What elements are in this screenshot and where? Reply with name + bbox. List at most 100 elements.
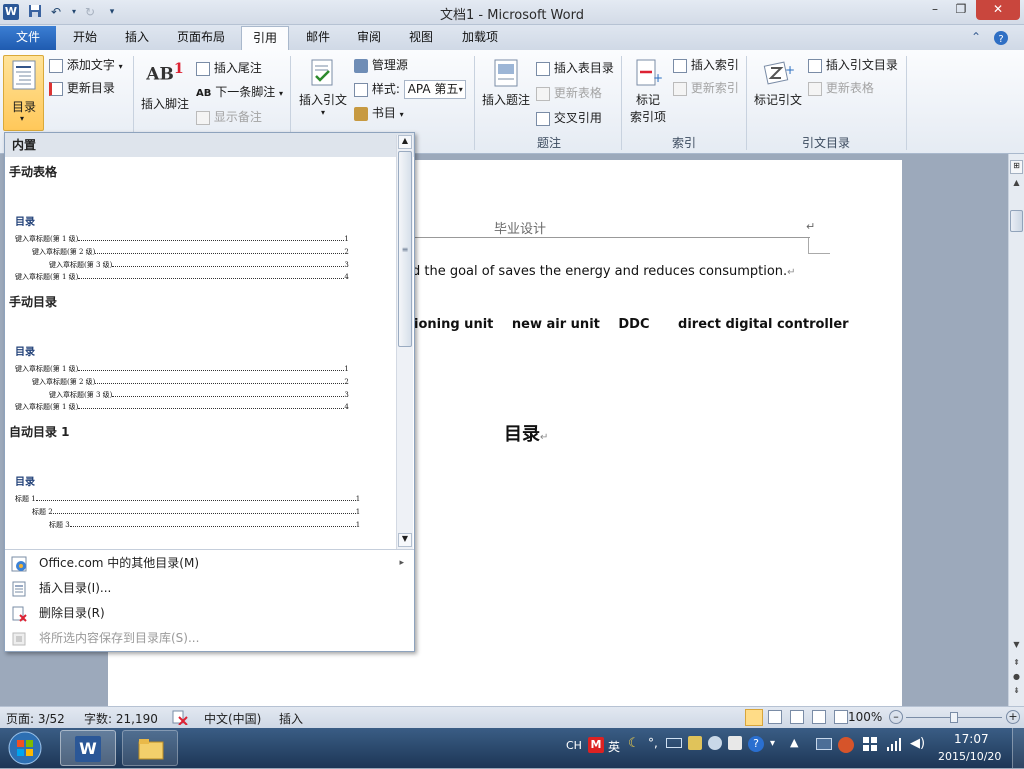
- ime-softkey-icon[interactable]: [728, 736, 742, 750]
- next-page-icon[interactable]: ⇟: [1010, 686, 1023, 699]
- ime-settings-icon[interactable]: [708, 736, 722, 750]
- minimize-button[interactable]: –: [922, 0, 948, 20]
- minimize-ribbon-icon[interactable]: ⌃: [966, 26, 986, 50]
- zoom-in-button[interactable]: +: [1006, 710, 1020, 724]
- style-value: APA 第五: [407, 82, 459, 96]
- volume-icon[interactable]: ◀): [910, 736, 925, 751]
- insert-caption-button[interactable]: 插入题注: [479, 56, 533, 132]
- zoom-out-button[interactable]: –: [889, 710, 903, 724]
- ime-mode[interactable]: 英: [608, 738, 620, 755]
- gallery-item-auto-toc-1[interactable]: 自动目录 1 目录 标题 11 标题 21 标题 31: [5, 417, 395, 549]
- tab-page-layout[interactable]: 页面布局: [168, 26, 234, 50]
- gallery-scroll-thumb[interactable]: ≡: [398, 151, 412, 347]
- print-layout-view-icon[interactable]: [745, 709, 763, 726]
- page-count[interactable]: 页面: 3/52: [6, 710, 65, 727]
- tab-references[interactable]: 引用: [241, 26, 289, 51]
- signal-icon[interactable]: [886, 736, 902, 755]
- ime-help-icon[interactable]: ?: [748, 736, 764, 752]
- full-screen-reading-icon[interactable]: [768, 710, 782, 724]
- clock-time[interactable]: 17:07: [954, 732, 989, 746]
- toc-button[interactable]: 目录 ▾: [3, 55, 44, 131]
- help-icon[interactable]: ?: [990, 26, 1012, 50]
- tab-review[interactable]: 审阅: [346, 26, 392, 50]
- gallery-item-manual-table[interactable]: 手动表格 目录 键入章标题(第 1 级) 1 键入章标题(第 2 级) 2 键入章标…: [5, 157, 395, 287]
- moon-icon[interactable]: ☾: [628, 736, 640, 751]
- gallery-toc-row: 键入章标题(第 1 级) 1: [15, 365, 349, 373]
- tab-mailings[interactable]: 邮件: [296, 26, 340, 50]
- gallery-scroll-up-icon[interactable]: ▲: [398, 135, 412, 149]
- ime-tool-icon[interactable]: [688, 736, 702, 750]
- outline-view-icon[interactable]: [812, 710, 826, 724]
- keyboard-icon[interactable]: [666, 738, 682, 748]
- scroll-thumb[interactable]: [1010, 210, 1023, 232]
- update-toc-button[interactable]: 更新目录: [49, 79, 115, 96]
- word-count[interactable]: 字数: 21,190: [84, 710, 158, 727]
- web-layout-icon[interactable]: [790, 710, 804, 724]
- tab-file[interactable]: 文件: [0, 26, 56, 50]
- next-footnote-button[interactable]: AB 下一条脚注 ▾: [196, 83, 283, 100]
- taskbar-explorer-button[interactable]: [122, 730, 178, 766]
- tab-insert[interactable]: 插入: [114, 26, 160, 50]
- ime-menu-icon[interactable]: ▾: [770, 738, 775, 749]
- style-selector: 样式: APA 第五 ▾: [354, 80, 466, 99]
- mark-entry-button[interactable]: + 标记 索引项: [626, 56, 670, 132]
- mark-citation-button[interactable]: + 标记引文: [751, 56, 805, 132]
- gallery-scroll-down-icon[interactable]: ▼: [398, 533, 412, 547]
- insert-table-of-figures-button[interactable]: 插入表目录: [536, 59, 614, 76]
- insert-endnote-button[interactable]: 插入尾注: [196, 59, 262, 76]
- security-icon[interactable]: [838, 737, 854, 753]
- draft-view-icon[interactable]: [834, 710, 848, 724]
- add-text-button[interactable]: 添加文字 ▾: [49, 56, 123, 73]
- ruler-toggle-icon[interactable]: ⊞: [1010, 160, 1023, 174]
- close-button[interactable]: ✕: [976, 0, 1020, 20]
- tab-addins[interactable]: 加载项: [452, 26, 508, 50]
- scroll-up-icon[interactable]: ▲: [1010, 178, 1023, 191]
- zoom-slider-thumb[interactable]: [950, 712, 958, 723]
- maximize-button[interactable]: ❐: [948, 0, 974, 20]
- insert-footnote-button[interactable]: AB1 插入脚注: [138, 56, 192, 132]
- bibliography-button[interactable]: 书目 ▾: [354, 104, 404, 121]
- punctuation-icon[interactable]: °,: [648, 736, 658, 750]
- save-selection-to-gallery-menu-item[interactable]: 将所选内容保存到目录库(S)...: [5, 626, 414, 651]
- update-toa-button[interactable]: 更新表格: [808, 79, 874, 96]
- tab-home[interactable]: 开始: [62, 26, 108, 50]
- tab-view[interactable]: 视图: [398, 26, 444, 50]
- browse-object-icon[interactable]: ●: [1010, 672, 1023, 685]
- header-para-mark: ↵: [806, 220, 816, 233]
- scroll-down-icon[interactable]: ▼: [1010, 640, 1023, 653]
- taskbar-word-button[interactable]: W: [60, 730, 116, 766]
- language-indicator[interactable]: 中文(中国): [204, 710, 261, 727]
- update-table-button[interactable]: 更新表格: [536, 84, 602, 101]
- remove-toc-menu-item[interactable]: 删除目录(R): [5, 601, 414, 626]
- manage-sources-button[interactable]: 管理源: [354, 56, 408, 73]
- index-group-label: 索引: [671, 136, 696, 150]
- windows-flag-icon[interactable]: [862, 736, 878, 755]
- next-footnote-label: 下一条脚注: [215, 85, 276, 99]
- insert-citation-button[interactable]: 插入引文 ▾: [296, 56, 350, 132]
- zoom-level[interactable]: 100%: [848, 710, 882, 724]
- more-tocs-office-com[interactable]: Office.com 中的其他目录(M) ▸: [5, 551, 414, 576]
- remove-toc-label: 删除目录(R): [39, 606, 105, 620]
- style-dropdown[interactable]: APA 第五 ▾: [403, 80, 466, 99]
- network-monitor-icon[interactable]: [816, 738, 832, 750]
- ime-logo-icon[interactable]: M: [588, 737, 604, 753]
- show-notes-button[interactable]: 显示备注: [196, 108, 262, 125]
- insert-toa-button[interactable]: 插入引文目录: [808, 56, 898, 73]
- show-hidden-icons[interactable]: ▲: [790, 736, 798, 749]
- cross-reference-button[interactable]: 交叉引用: [536, 109, 602, 126]
- previous-page-icon[interactable]: ⇞: [1010, 658, 1023, 671]
- proofing-icon[interactable]: [172, 709, 188, 728]
- ime-ch[interactable]: CH: [566, 739, 582, 752]
- start-button[interactable]: [6, 730, 46, 766]
- clock-date[interactable]: 2015/10/20: [938, 750, 1001, 763]
- gallery-scrollbar[interactable]: ▲ ≡ ▼: [396, 135, 413, 549]
- update-index-button[interactable]: 更新索引: [673, 79, 739, 96]
- gallery-item-manual-toc[interactable]: 手动目录 目录 键入章标题(第 1 级) 1 键入章标题(第 2 级) 2 键入章标…: [5, 287, 395, 417]
- show-desktop-button[interactable]: [1012, 728, 1024, 768]
- insert-toc-menu-item[interactable]: 插入目录(I)...: [5, 576, 414, 601]
- insert-mode[interactable]: 插入: [279, 710, 303, 727]
- vertical-scrollbar[interactable]: ⊞ ▲ ▼ ⇞ ● ⇟: [1008, 154, 1024, 706]
- insert-index-button[interactable]: 插入索引: [673, 56, 739, 73]
- ribbon-tabs: 文件 开始 插入 页面布局 引用 邮件 审阅 视图 加载项 ⌃ ?: [0, 25, 1024, 51]
- svg-text:+: +: [785, 63, 794, 77]
